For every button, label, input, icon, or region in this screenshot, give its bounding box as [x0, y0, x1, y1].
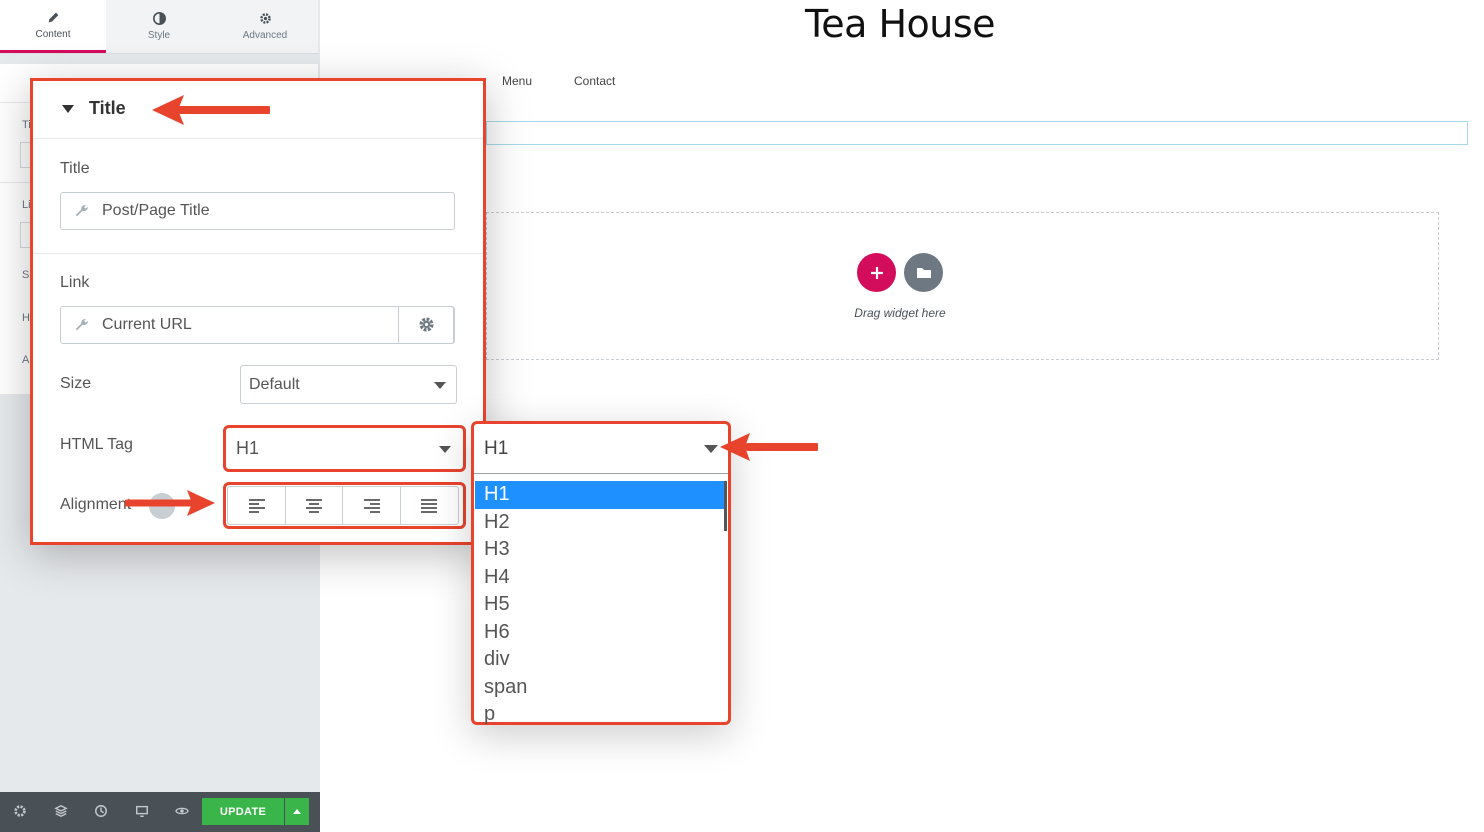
gear-icon [259, 13, 271, 24]
alignment-control [227, 486, 459, 525]
title-settings-callout: Title Title Post/Page Title Link Current… [30, 78, 486, 545]
tab-style-label: Style [147, 30, 171, 41]
dropdown-scrollbar[interactable] [724, 481, 727, 531]
html-tag-value: H1 [236, 438, 260, 458]
link-options-button[interactable] [398, 305, 454, 344]
dropdown-option[interactable]: H2 [475, 509, 727, 537]
dropdown-header[interactable]: H1 [474, 424, 728, 474]
caret-up-icon [293, 809, 301, 814]
tab-style[interactable]: Style [106, 0, 212, 53]
nav-menu[interactable]: Menu [502, 74, 532, 88]
title-field[interactable]: Post/Page Title [60, 192, 455, 230]
folder-icon [916, 268, 931, 278]
align-justify-button[interactable] [399, 486, 459, 525]
arrow-left-icon [720, 433, 818, 461]
pencil-icon [48, 12, 58, 22]
link-field-value: Current URL [102, 316, 192, 333]
dropdown-option[interactable]: p [475, 701, 727, 729]
dropdown-option[interactable]: H1 [475, 481, 727, 509]
add-section-button[interactable] [857, 253, 896, 292]
align-center-button[interactable] [284, 486, 344, 525]
arrow-right-icon [125, 490, 215, 516]
tab-advanced[interactable]: Advanced [212, 0, 318, 53]
title-field-value: Post/Page Title [102, 202, 210, 219]
dropdown-options: H1 H2 H3 H4 H5 H6 div span p [475, 481, 727, 729]
chevron-down-icon [434, 381, 446, 389]
align-right-icon [363, 498, 380, 513]
update-options-button[interactable] [285, 798, 309, 825]
add-template-button[interactable] [904, 253, 943, 292]
arrow-left-icon [152, 95, 270, 125]
layers-icon[interactable] [54, 804, 68, 818]
size-select[interactable]: Default [240, 365, 457, 404]
dropdown-option[interactable]: span [475, 674, 727, 702]
wrench-icon [75, 204, 88, 217]
title-field-label: Title [60, 160, 90, 177]
site-title: Tea House [804, 2, 996, 46]
align-center-icon [306, 498, 322, 513]
alignment-label: Alignment [60, 496, 132, 513]
half-circle-icon [152, 12, 166, 25]
dropdown-option[interactable]: H5 [475, 591, 727, 619]
link-field-label: Link [60, 274, 90, 291]
gear-icon [418, 317, 434, 332]
update-button[interactable]: UPDATE [202, 798, 284, 825]
history-icon[interactable] [94, 804, 108, 818]
size-select-value: Default [249, 375, 300, 393]
link-field[interactable]: Current URL [60, 305, 455, 344]
drag-widget-hint: Drag widget here [854, 306, 946, 320]
tab-advanced-label: Advanced [242, 30, 288, 41]
chevron-down-icon [704, 445, 718, 453]
html-tag-dropdown: H1 H1 H2 H3 H4 H5 H6 div span p [471, 421, 731, 725]
divider [33, 253, 483, 254]
tab-content-label: Content [35, 28, 71, 40]
dropdown-selected-value: H1 [484, 437, 509, 459]
section-title: Title [89, 98, 126, 118]
caret-down-icon [62, 105, 74, 113]
widget-drop-area[interactable] [486, 212, 1439, 360]
selected-widget-outline [486, 121, 1468, 145]
nav-contact[interactable]: Contact [574, 74, 615, 88]
align-left-button[interactable] [227, 486, 286, 525]
align-justify-icon [421, 498, 437, 513]
tab-content[interactable]: Content [0, 0, 106, 53]
editor-tabs: Content Style Advanced [0, 0, 318, 54]
size-field-label: Size [60, 375, 92, 392]
wrench-icon [75, 318, 88, 331]
ghost-label: H [22, 312, 30, 324]
html-tag-label: HTML Tag [60, 436, 133, 453]
html-tag-select[interactable]: H1 [228, 430, 461, 467]
responsive-icon[interactable] [135, 804, 149, 818]
plus-icon [870, 266, 883, 279]
align-left-icon [248, 498, 265, 513]
dropdown-option[interactable]: div [475, 646, 727, 674]
dropdown-option[interactable]: H3 [475, 536, 727, 564]
chevron-down-icon [439, 445, 451, 453]
dropdown-option[interactable]: H6 [475, 619, 727, 647]
settings-icon[interactable] [13, 804, 27, 818]
dropdown-option[interactable]: H4 [475, 564, 727, 592]
align-right-button[interactable] [342, 486, 401, 525]
preview-icon[interactable] [175, 804, 189, 818]
